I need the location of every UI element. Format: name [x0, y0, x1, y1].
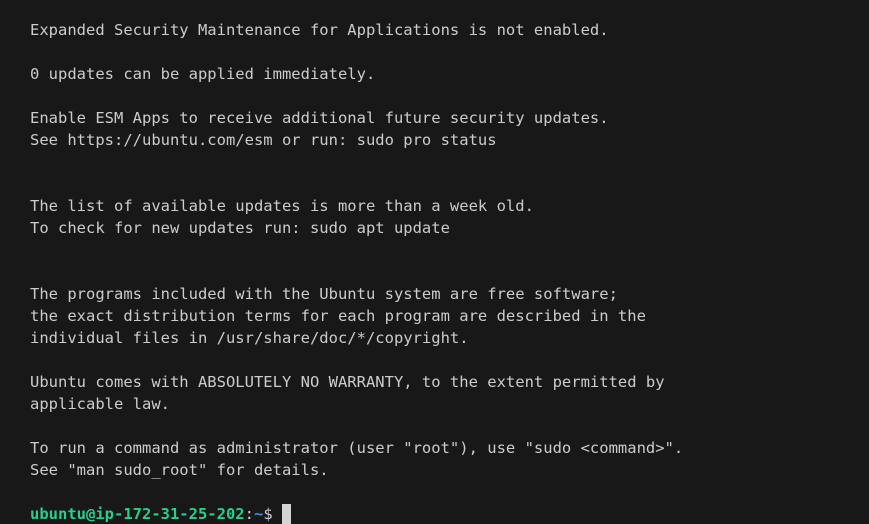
output-line: individual files in /usr/share/doc/*/cop… — [30, 329, 469, 347]
prompt-colon: : — [244, 505, 254, 523]
output-line: The list of available updates is more th… — [30, 197, 534, 215]
prompt-path: ~ — [253, 505, 264, 523]
terminal-output: Expanded Security Maintenance for Applic… — [30, 19, 869, 503]
output-line: applicable law. — [30, 395, 170, 413]
output-line: 0 updates can be applied immediately. — [30, 65, 376, 83]
output-line: To run a command as administrator (user … — [30, 439, 684, 457]
output-line: See "man sudo_root" for details. — [30, 461, 329, 479]
prompt-user-host: ubuntu@ip-172-31-25-202 — [30, 505, 245, 523]
output-line: Expanded Security Maintenance for Applic… — [30, 21, 609, 39]
output-line: Enable ESM Apps to receive additional fu… — [30, 109, 609, 127]
command-prompt[interactable]: ubuntu@ip-172-31-25-202: ~ $ — [30, 503, 869, 524]
output-line: To check for new updates run: sudo apt u… — [30, 219, 450, 237]
output-line: See https://ubuntu.com/esm or run: sudo … — [30, 131, 497, 149]
output-line: the exact distribution terms for each pr… — [30, 307, 646, 325]
output-line: The programs included with the Ubuntu sy… — [30, 285, 618, 303]
output-line: Ubuntu comes with ABSOLUTELY NO WARRANTY… — [30, 373, 665, 391]
prompt-symbol: $ — [263, 505, 273, 523]
text-cursor[interactable] — [281, 504, 291, 524]
terminal-window[interactable]: Expanded Security Maintenance for Applic… — [0, 0, 869, 524]
